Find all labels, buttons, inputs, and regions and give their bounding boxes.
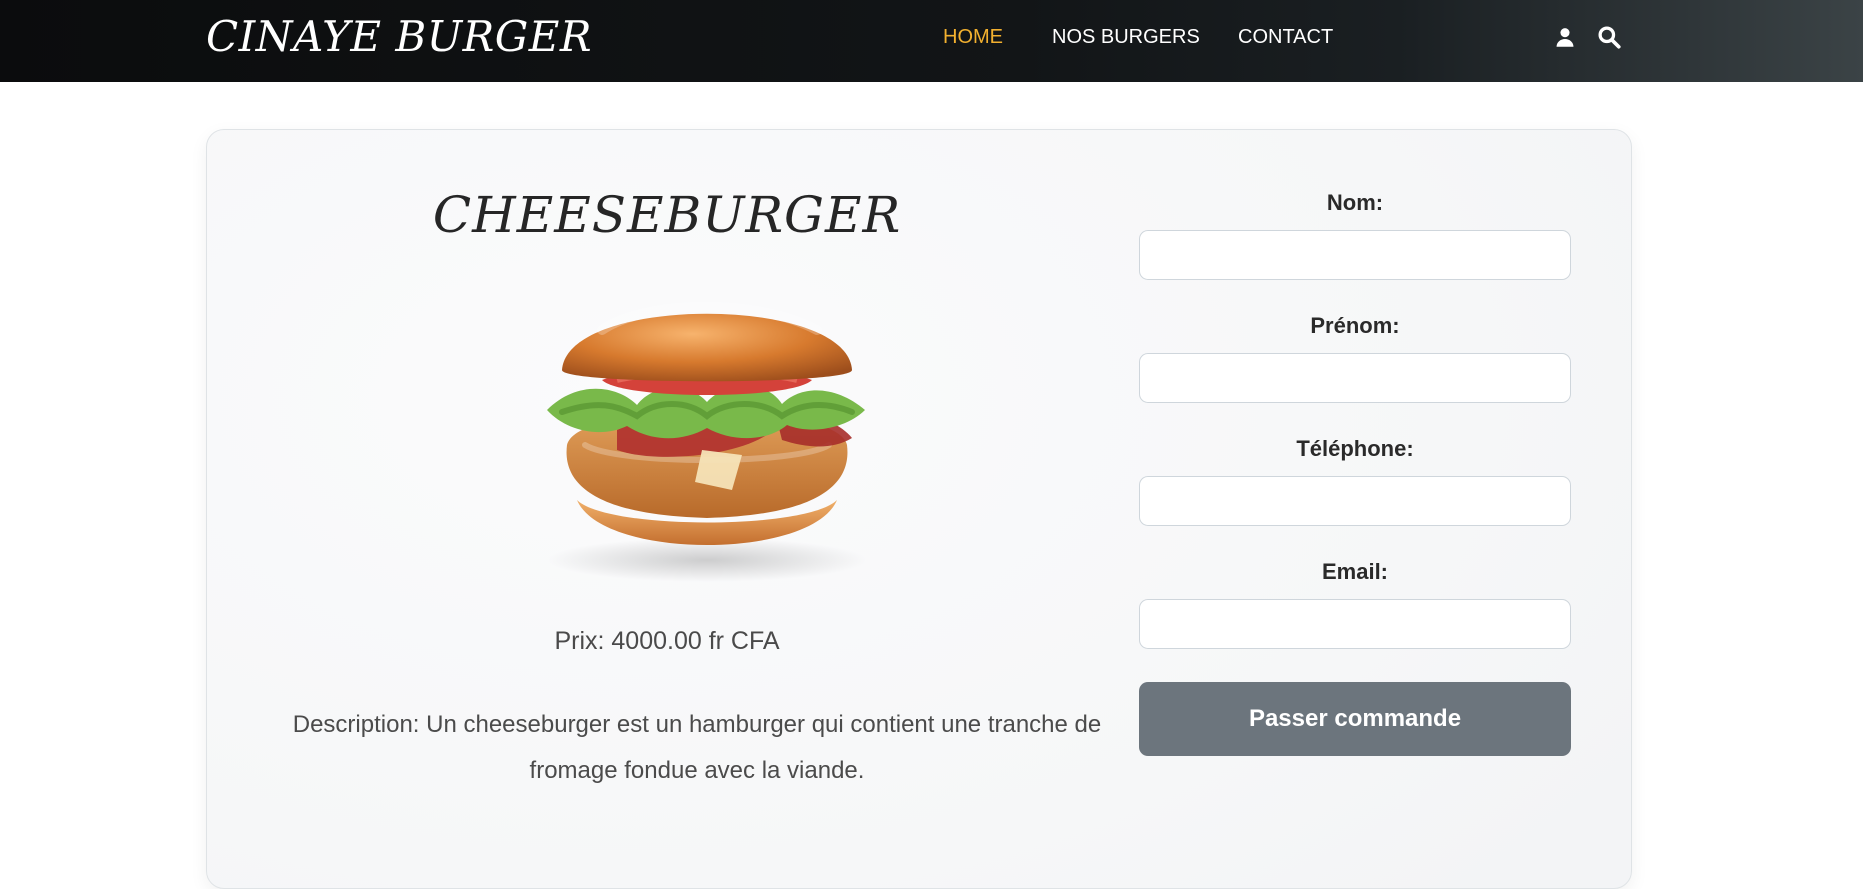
passer-commande-button[interactable]: Passer commande	[1139, 682, 1571, 756]
email-label: Email:	[1321, 559, 1389, 584]
search-icon[interactable]	[1596, 24, 1622, 50]
nom-label: Nom:	[1326, 190, 1384, 215]
prenom-input[interactable]	[1139, 353, 1571, 403]
product-order-card: CHEESEBURGER Prix: 4000.00 fr CFA Descri…	[206, 129, 1632, 889]
field-email: Email:	[1139, 557, 1571, 649]
product-details: CHEESEBURGER Prix: 4000.00 fr CFA Descri…	[207, 130, 1127, 888]
nom-input[interactable]	[1139, 230, 1571, 280]
prenom-label: Prénom:	[1310, 313, 1400, 338]
telephone-label: Téléphone:	[1296, 436, 1414, 461]
nav-home[interactable]: HOME	[943, 24, 1003, 50]
burger-image	[547, 301, 867, 582]
user-icon[interactable]	[1552, 24, 1578, 50]
product-price: Prix: 4000.00 fr CFA	[554, 627, 780, 655]
field-telephone: Téléphone:	[1139, 434, 1571, 526]
field-nom: Nom:	[1139, 188, 1571, 280]
top-navbar: CINAYE BURGER HOME NOS BURGERS CONTACT	[0, 0, 1863, 82]
nav-nos-burgers[interactable]: NOS BURGERS	[1052, 24, 1200, 50]
product-title: CHEESEBURGER	[432, 186, 902, 244]
telephone-input[interactable]	[1139, 476, 1571, 526]
field-prenom: Prénom:	[1139, 311, 1571, 403]
email-input[interactable]	[1139, 599, 1571, 649]
product-description: Description: Un cheeseburger est un hamb…	[292, 711, 1102, 784]
nav-contact[interactable]: CONTACT	[1238, 24, 1333, 50]
brand-logo-text[interactable]: CINAYE BURGER	[206, 12, 592, 61]
order-form: Nom: Prénom: Téléphone: Email: Passer co…	[1139, 130, 1579, 888]
